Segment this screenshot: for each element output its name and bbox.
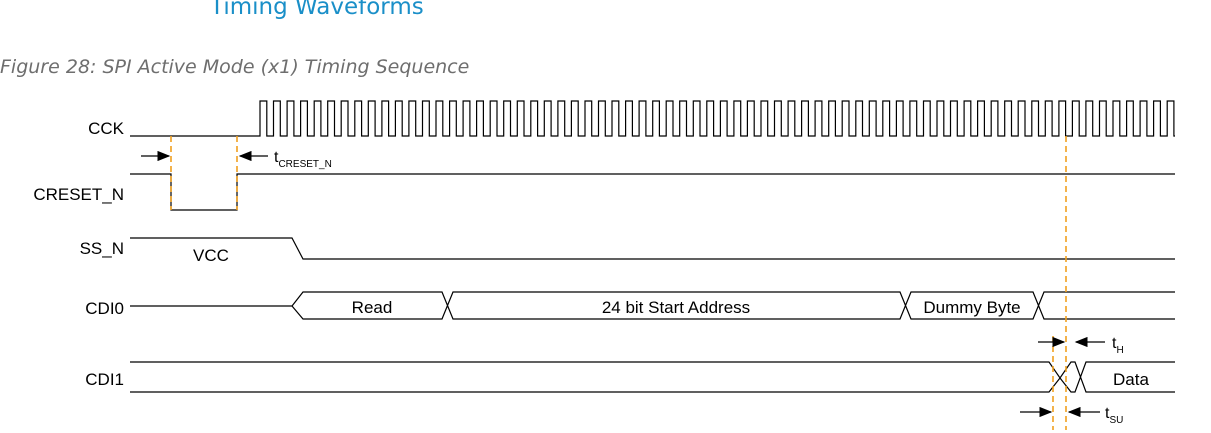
- cdi1-data-field: Data: [1113, 370, 1149, 389]
- cdi0-address-field: 24 bit Start Address: [602, 298, 750, 317]
- cck-waveform: [130, 100, 1175, 137]
- signal-label-creset-n: CRESET_N: [33, 185, 124, 204]
- t-h-label: tH: [1112, 335, 1124, 356]
- signal-label-cck: CCK: [88, 119, 125, 138]
- timing-diagram: CCK CRESET_N SS_N CDI0 CDI1 VCC Read 24 …: [33, 100, 1175, 430]
- creset-n-waveform: [130, 173, 1175, 211]
- t-su-label: tSU: [1105, 405, 1123, 426]
- cdi0-dummy-field: Dummy Byte: [923, 298, 1020, 317]
- ss-n-waveform: [130, 237, 1175, 260]
- cdi0-read-field: Read: [352, 298, 393, 317]
- signal-label-cdi0: CDI0: [85, 299, 124, 318]
- signal-label-cdi1: CDI1: [85, 370, 124, 389]
- signal-label-ss-n: SS_N: [80, 239, 124, 258]
- cdi1-waveform: [130, 361, 1175, 393]
- ss-n-vcc-label: VCC: [193, 246, 229, 265]
- t-creset-n-label: tCRESET_N: [274, 149, 332, 170]
